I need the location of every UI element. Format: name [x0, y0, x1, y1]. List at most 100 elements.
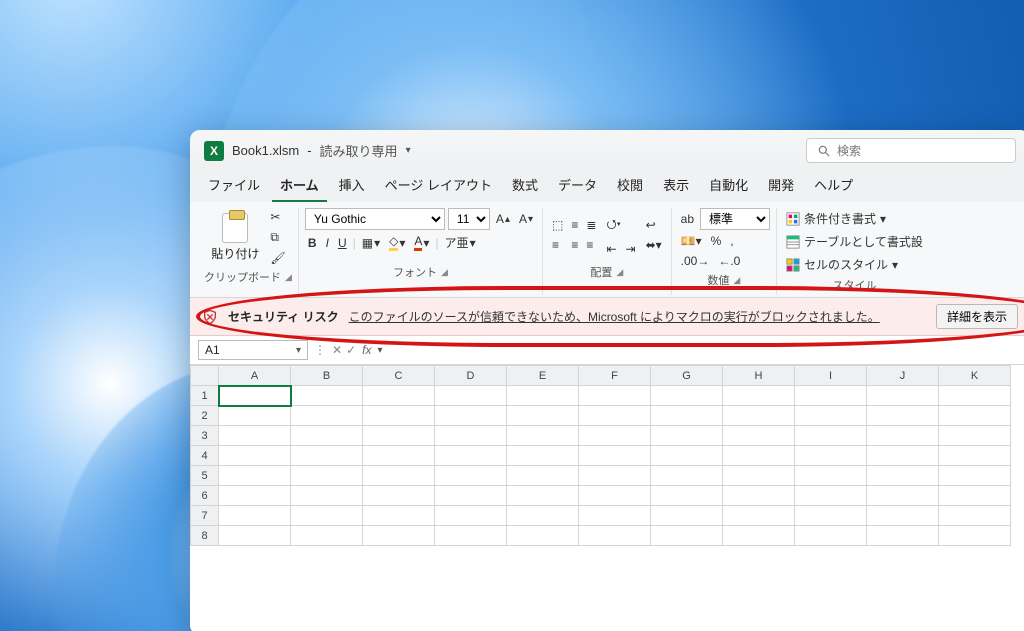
cut-button[interactable]: ✂ [267, 208, 288, 226]
italic-button[interactable]: I [323, 234, 332, 252]
underline-button[interactable]: U [335, 234, 350, 252]
merge-center-button[interactable]: ⬌▾ [643, 236, 665, 254]
cell-B4[interactable] [291, 446, 363, 466]
cell-J5[interactable] [867, 466, 939, 486]
cell-I4[interactable] [795, 446, 867, 466]
cell-F7[interactable] [579, 506, 651, 526]
cell-A1[interactable] [219, 386, 291, 406]
cell-G8[interactable] [651, 526, 723, 546]
cell-E7[interactable] [507, 506, 579, 526]
cell-J8[interactable] [867, 526, 939, 546]
cell-H5[interactable] [723, 466, 795, 486]
align-bottom-button[interactable]: ≣ [583, 216, 599, 234]
dialog-launcher-icon[interactable]: ◢ [441, 267, 448, 278]
cell-styles-button[interactable]: セルのスタイル▾ [783, 254, 901, 275]
cell-F5[interactable] [579, 466, 651, 486]
cell-K7[interactable] [939, 506, 1011, 526]
cell-G2[interactable] [651, 406, 723, 426]
cell-H7[interactable] [723, 506, 795, 526]
cell-K6[interactable] [939, 486, 1011, 506]
cell-A6[interactable] [219, 486, 291, 506]
column-header-E[interactable]: E [507, 366, 579, 386]
increase-font-button[interactable]: A▴ [493, 210, 513, 228]
cell-I7[interactable] [795, 506, 867, 526]
cancel-formula-icon[interactable]: ✕ [332, 343, 342, 357]
security-message[interactable]: このファイルのソースが信頼できないため、Microsoft によりマクロの実行が… [349, 308, 926, 325]
security-details-button[interactable]: 詳細を表示 [936, 304, 1018, 329]
dialog-launcher-icon[interactable]: ◢ [733, 275, 740, 286]
search-box[interactable]: 検索 [806, 138, 1016, 163]
dialog-launcher-icon[interactable]: ◢ [616, 267, 623, 278]
document-mode[interactable]: 読み取り専用 [320, 141, 398, 160]
cell-A8[interactable] [219, 526, 291, 546]
cell-E2[interactable] [507, 406, 579, 426]
cell-C1[interactable] [363, 386, 435, 406]
cell-G4[interactable] [651, 446, 723, 466]
column-header-B[interactable]: B [291, 366, 363, 386]
menu-データ[interactable]: データ [550, 169, 605, 202]
cell-C3[interactable] [363, 426, 435, 446]
increase-decimal-button[interactable]: .00→ [678, 252, 713, 270]
align-right-button[interactable]: ≡ [583, 236, 599, 254]
row-header-6[interactable]: 6 [191, 486, 219, 506]
menu-ページ レイアウト[interactable]: ページ レイアウト [377, 169, 500, 202]
cell-B1[interactable] [291, 386, 363, 406]
row-header-7[interactable]: 7 [191, 506, 219, 526]
spreadsheet-grid[interactable]: ABCDEFGHIJK12345678 [190, 365, 1024, 631]
cell-C8[interactable] [363, 526, 435, 546]
cell-F4[interactable] [579, 446, 651, 466]
cell-I2[interactable] [795, 406, 867, 426]
cell-G3[interactable] [651, 426, 723, 446]
row-header-4[interactable]: 4 [191, 446, 219, 466]
cell-K2[interactable] [939, 406, 1011, 426]
cell-I5[interactable] [795, 466, 867, 486]
decrease-font-button[interactable]: A▾ [516, 210, 536, 228]
cell-I6[interactable] [795, 486, 867, 506]
cell-J2[interactable] [867, 406, 939, 426]
cell-K3[interactable] [939, 426, 1011, 446]
cell-B3[interactable] [291, 426, 363, 446]
menu-ファイル[interactable]: ファイル [200, 169, 268, 202]
decrease-indent-button[interactable]: ⇤ [603, 240, 619, 258]
cell-G7[interactable] [651, 506, 723, 526]
cell-E5[interactable] [507, 466, 579, 486]
column-header-I[interactable]: I [795, 366, 867, 386]
conditional-format-button[interactable]: 条件付き書式▾ [783, 208, 889, 229]
menu-表示[interactable]: 表示 [655, 169, 697, 202]
cell-I3[interactable] [795, 426, 867, 446]
column-header-A[interactable]: A [219, 366, 291, 386]
menu-開発[interactable]: 開発 [760, 169, 802, 202]
copy-button[interactable]: ⧉ [267, 228, 288, 247]
cell-A7[interactable] [219, 506, 291, 526]
cell-D7[interactable] [435, 506, 507, 526]
cell-A3[interactable] [219, 426, 291, 446]
cell-K5[interactable] [939, 466, 1011, 486]
menu-ヘルプ[interactable]: ヘルプ [806, 169, 861, 202]
fx-icon[interactable]: fx [362, 343, 371, 357]
cell-C7[interactable] [363, 506, 435, 526]
font-size-select[interactable]: 11 [448, 208, 490, 230]
chevron-down-icon[interactable]: ▾ [406, 145, 411, 156]
cell-E6[interactable] [507, 486, 579, 506]
orientation-button[interactable]: ⭯▾ [603, 213, 638, 238]
cell-K1[interactable] [939, 386, 1011, 406]
cell-A5[interactable] [219, 466, 291, 486]
column-header-K[interactable]: K [939, 366, 1011, 386]
cell-K4[interactable] [939, 446, 1011, 466]
cell-C6[interactable] [363, 486, 435, 506]
row-header-2[interactable]: 2 [191, 406, 219, 426]
align-top-button[interactable]: ⬚ [549, 216, 566, 234]
cell-D6[interactable] [435, 486, 507, 506]
cell-D2[interactable] [435, 406, 507, 426]
menu-挿入[interactable]: 挿入 [331, 169, 373, 202]
cell-J7[interactable] [867, 506, 939, 526]
fill-color-button[interactable]: ◇▾ [386, 232, 408, 253]
bold-button[interactable]: B [305, 234, 320, 252]
cell-H4[interactable] [723, 446, 795, 466]
align-middle-button[interactable]: ≡ [568, 216, 581, 234]
cell-C2[interactable] [363, 406, 435, 426]
wrap-text-button[interactable]: ↩ [643, 216, 665, 234]
column-header-C[interactable]: C [363, 366, 435, 386]
column-header-D[interactable]: D [435, 366, 507, 386]
number-format-select[interactable]: 標準 [700, 208, 770, 230]
